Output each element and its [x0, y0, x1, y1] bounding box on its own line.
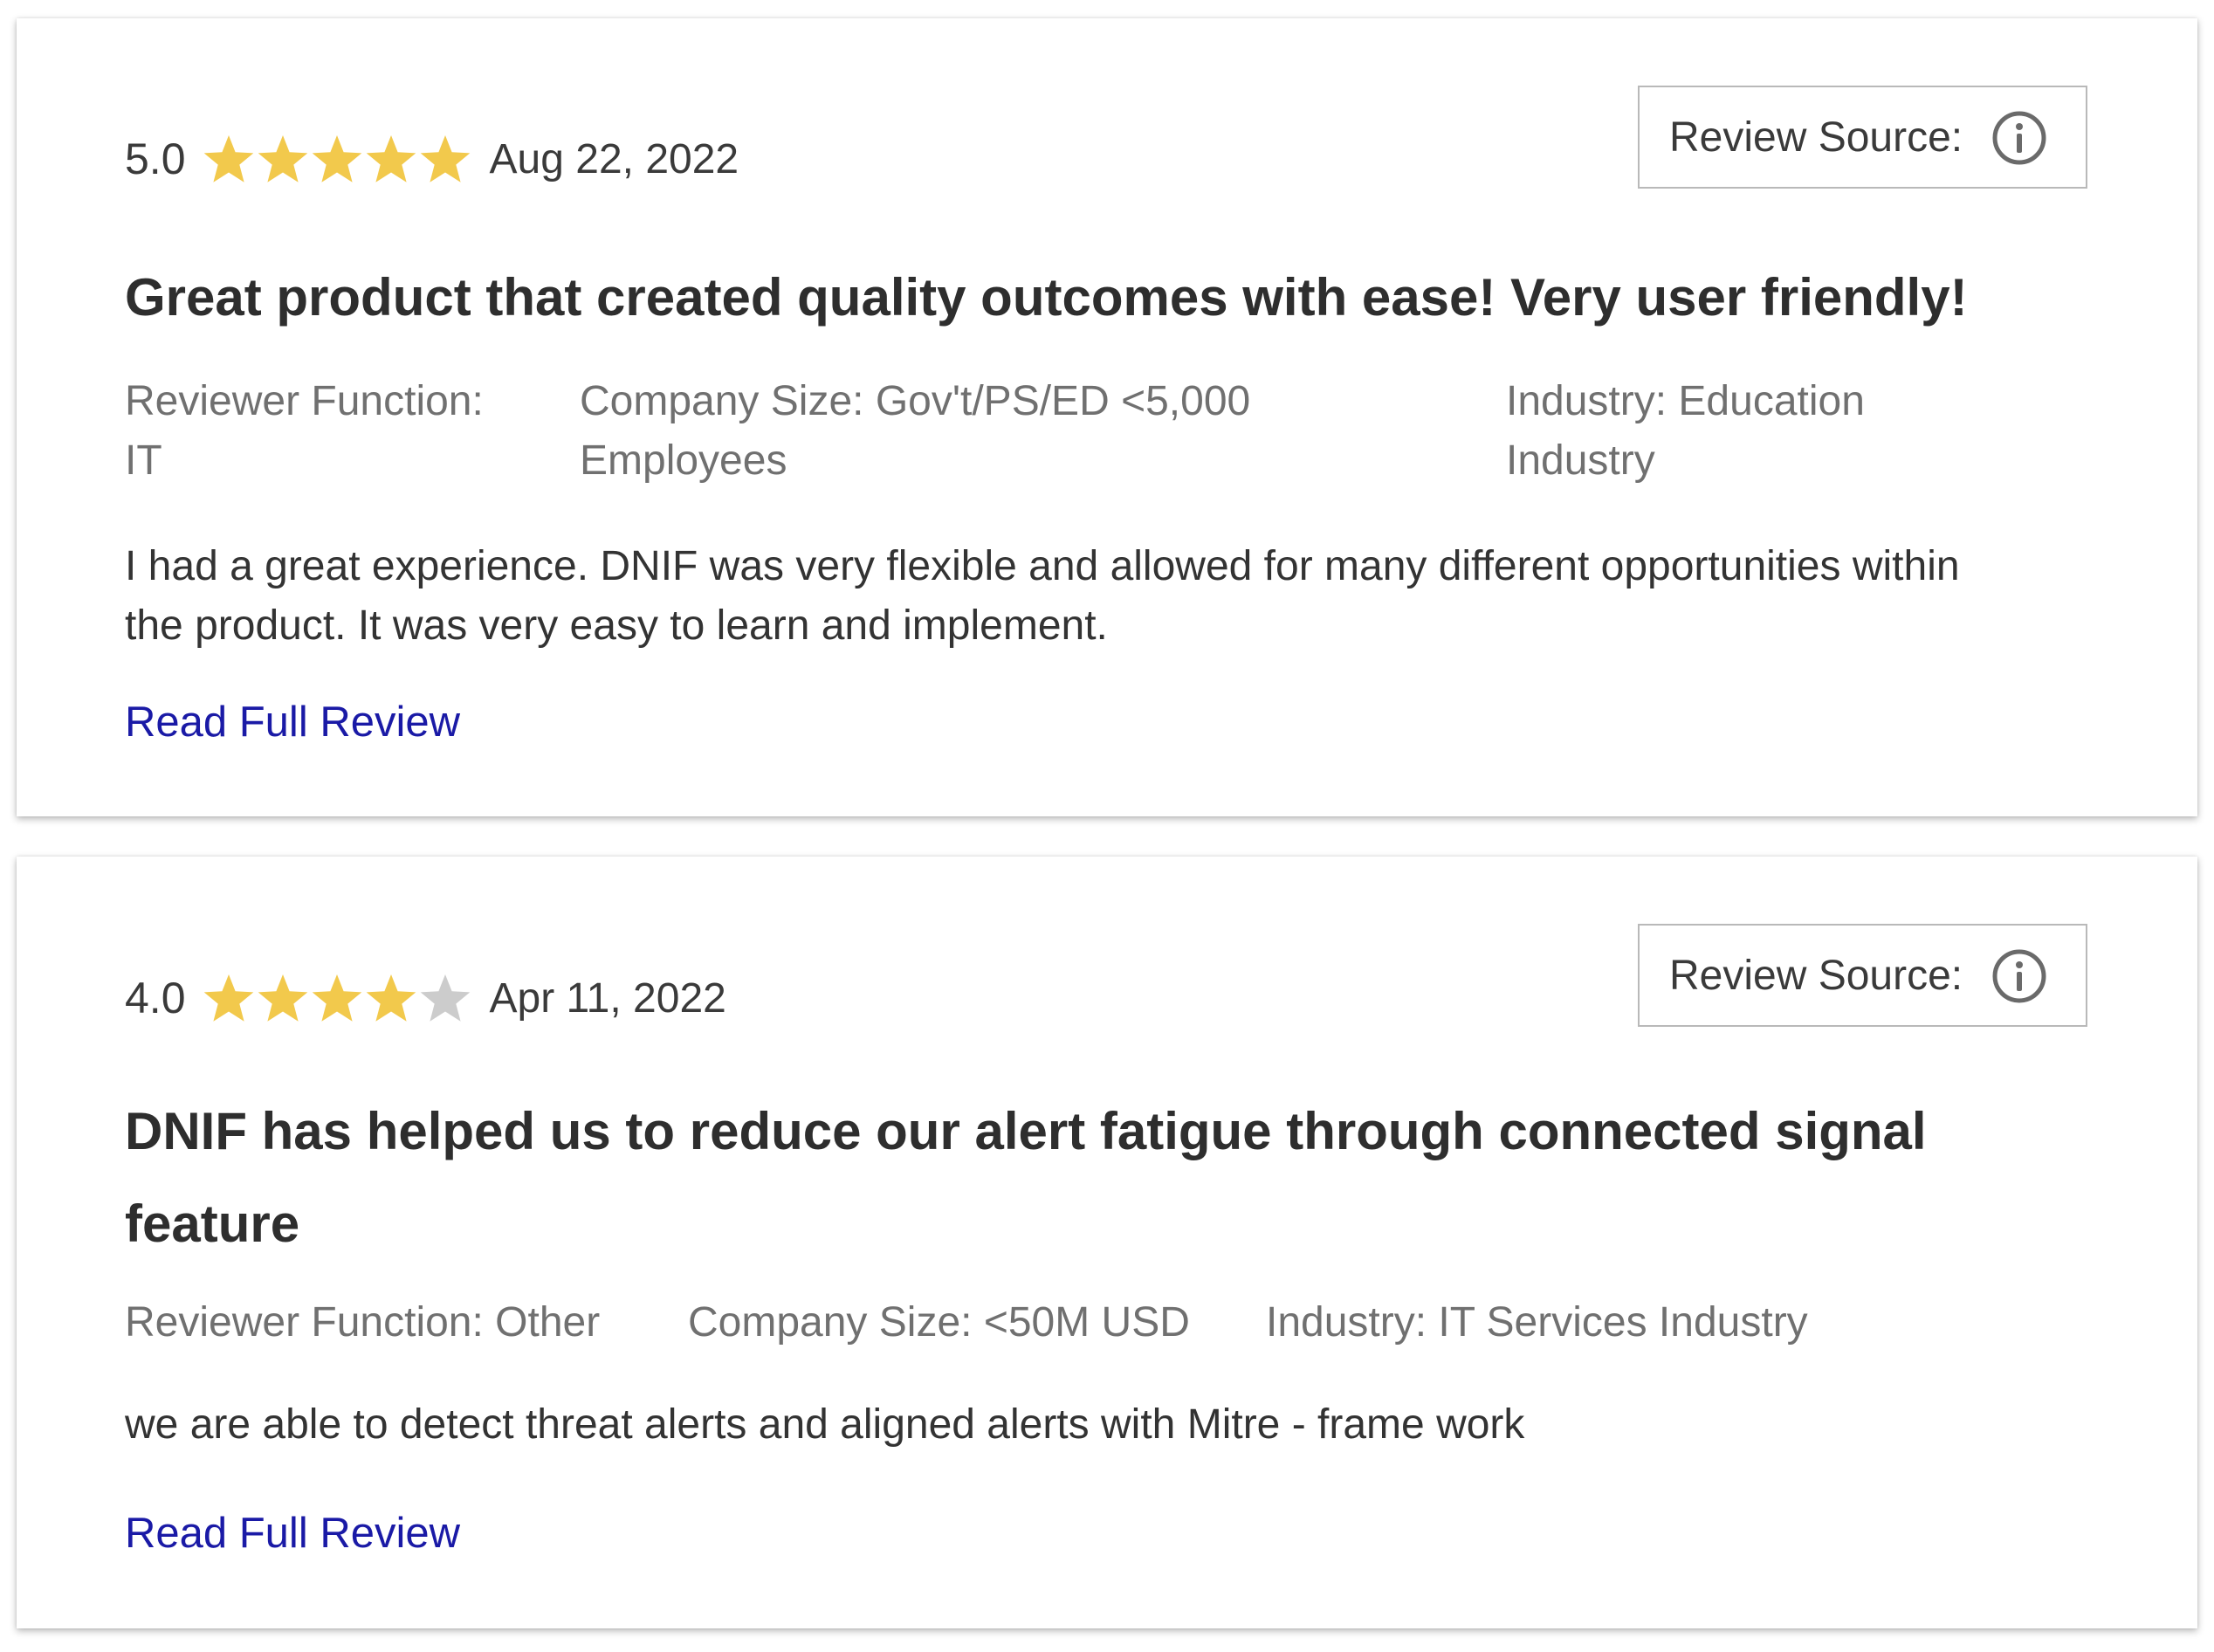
review-source-button[interactable]: Review Source: [1638, 924, 2087, 1027]
review-source-button[interactable]: Review Source: [1638, 86, 2087, 189]
star-icon [364, 972, 418, 1024]
star-rating [202, 972, 472, 1024]
review-source-label: Review Source: [1669, 952, 1963, 999]
reviewer-function-text: Reviewer Function: IT [125, 378, 484, 484]
star-icon [310, 972, 364, 1024]
review-source-label: Review Source: [1669, 114, 1963, 161]
rating-row: 5.0 Aug 22, 2022 [125, 128, 739, 189]
company-size: Company Size: <50M USD [688, 1293, 1190, 1353]
rating-row: 4.0 Apr 11, 2022 [125, 967, 726, 1029]
company-size-text: Company Size: Gov't/PS/ED <5,000 Employe… [580, 378, 1251, 484]
reviewer-meta: Reviewer Function: Other [125, 1293, 600, 1353]
star-icon [364, 133, 418, 185]
review-body: I had a great experience. DNIF was very … [125, 543, 1960, 649]
star-icon [202, 972, 256, 1024]
rating-score: 5.0 [125, 134, 186, 183]
review-card: 5.0 Aug 22, 2022 Review Source: Great pr… [17, 18, 2197, 816]
review-card: 4.0 Apr 11, 2022 Review Source: DNIF has… [17, 857, 2197, 1628]
industry: Industry: IT Services Industry [1266, 1293, 1808, 1353]
review-title: DNIF has helped us to reduce our alert f… [125, 1102, 1927, 1253]
company-size: Company Size: Gov't/PS/ED <5,000 Employe… [580, 372, 1339, 491]
star-icon [418, 133, 472, 185]
industry-text: Industry: IT Services Industry [1266, 1299, 1808, 1346]
star-icon [418, 972, 472, 1024]
reviewer-function: Reviewer Function: IT [125, 372, 492, 491]
read-full-review-link[interactable]: Read Full Review [125, 1509, 460, 1558]
read-full-review-link[interactable]: Read Full Review [125, 698, 460, 747]
review-date: Aug 22, 2022 [489, 135, 739, 182]
star-icon [310, 133, 364, 185]
review-date: Apr 11, 2022 [489, 974, 726, 1022]
star-rating [202, 133, 472, 185]
company-size-text: Company Size: <50M USD [688, 1299, 1190, 1346]
star-icon [202, 133, 256, 185]
industry-text: Industry: Education Industry [1506, 378, 1865, 484]
info-icon[interactable] [1991, 110, 2047, 166]
review-body: we are able to detect threat alerts and … [125, 1401, 1525, 1448]
industry: Industry: Education Industry [1506, 372, 1960, 491]
reviewer-function-text: Reviewer Function: Other [125, 1299, 601, 1346]
rating-score: 4.0 [125, 974, 186, 1022]
star-icon [256, 133, 310, 185]
star-icon [256, 972, 310, 1024]
review-title: Great product that created quality outco… [125, 268, 1968, 327]
info-icon[interactable] [1991, 948, 2047, 1004]
